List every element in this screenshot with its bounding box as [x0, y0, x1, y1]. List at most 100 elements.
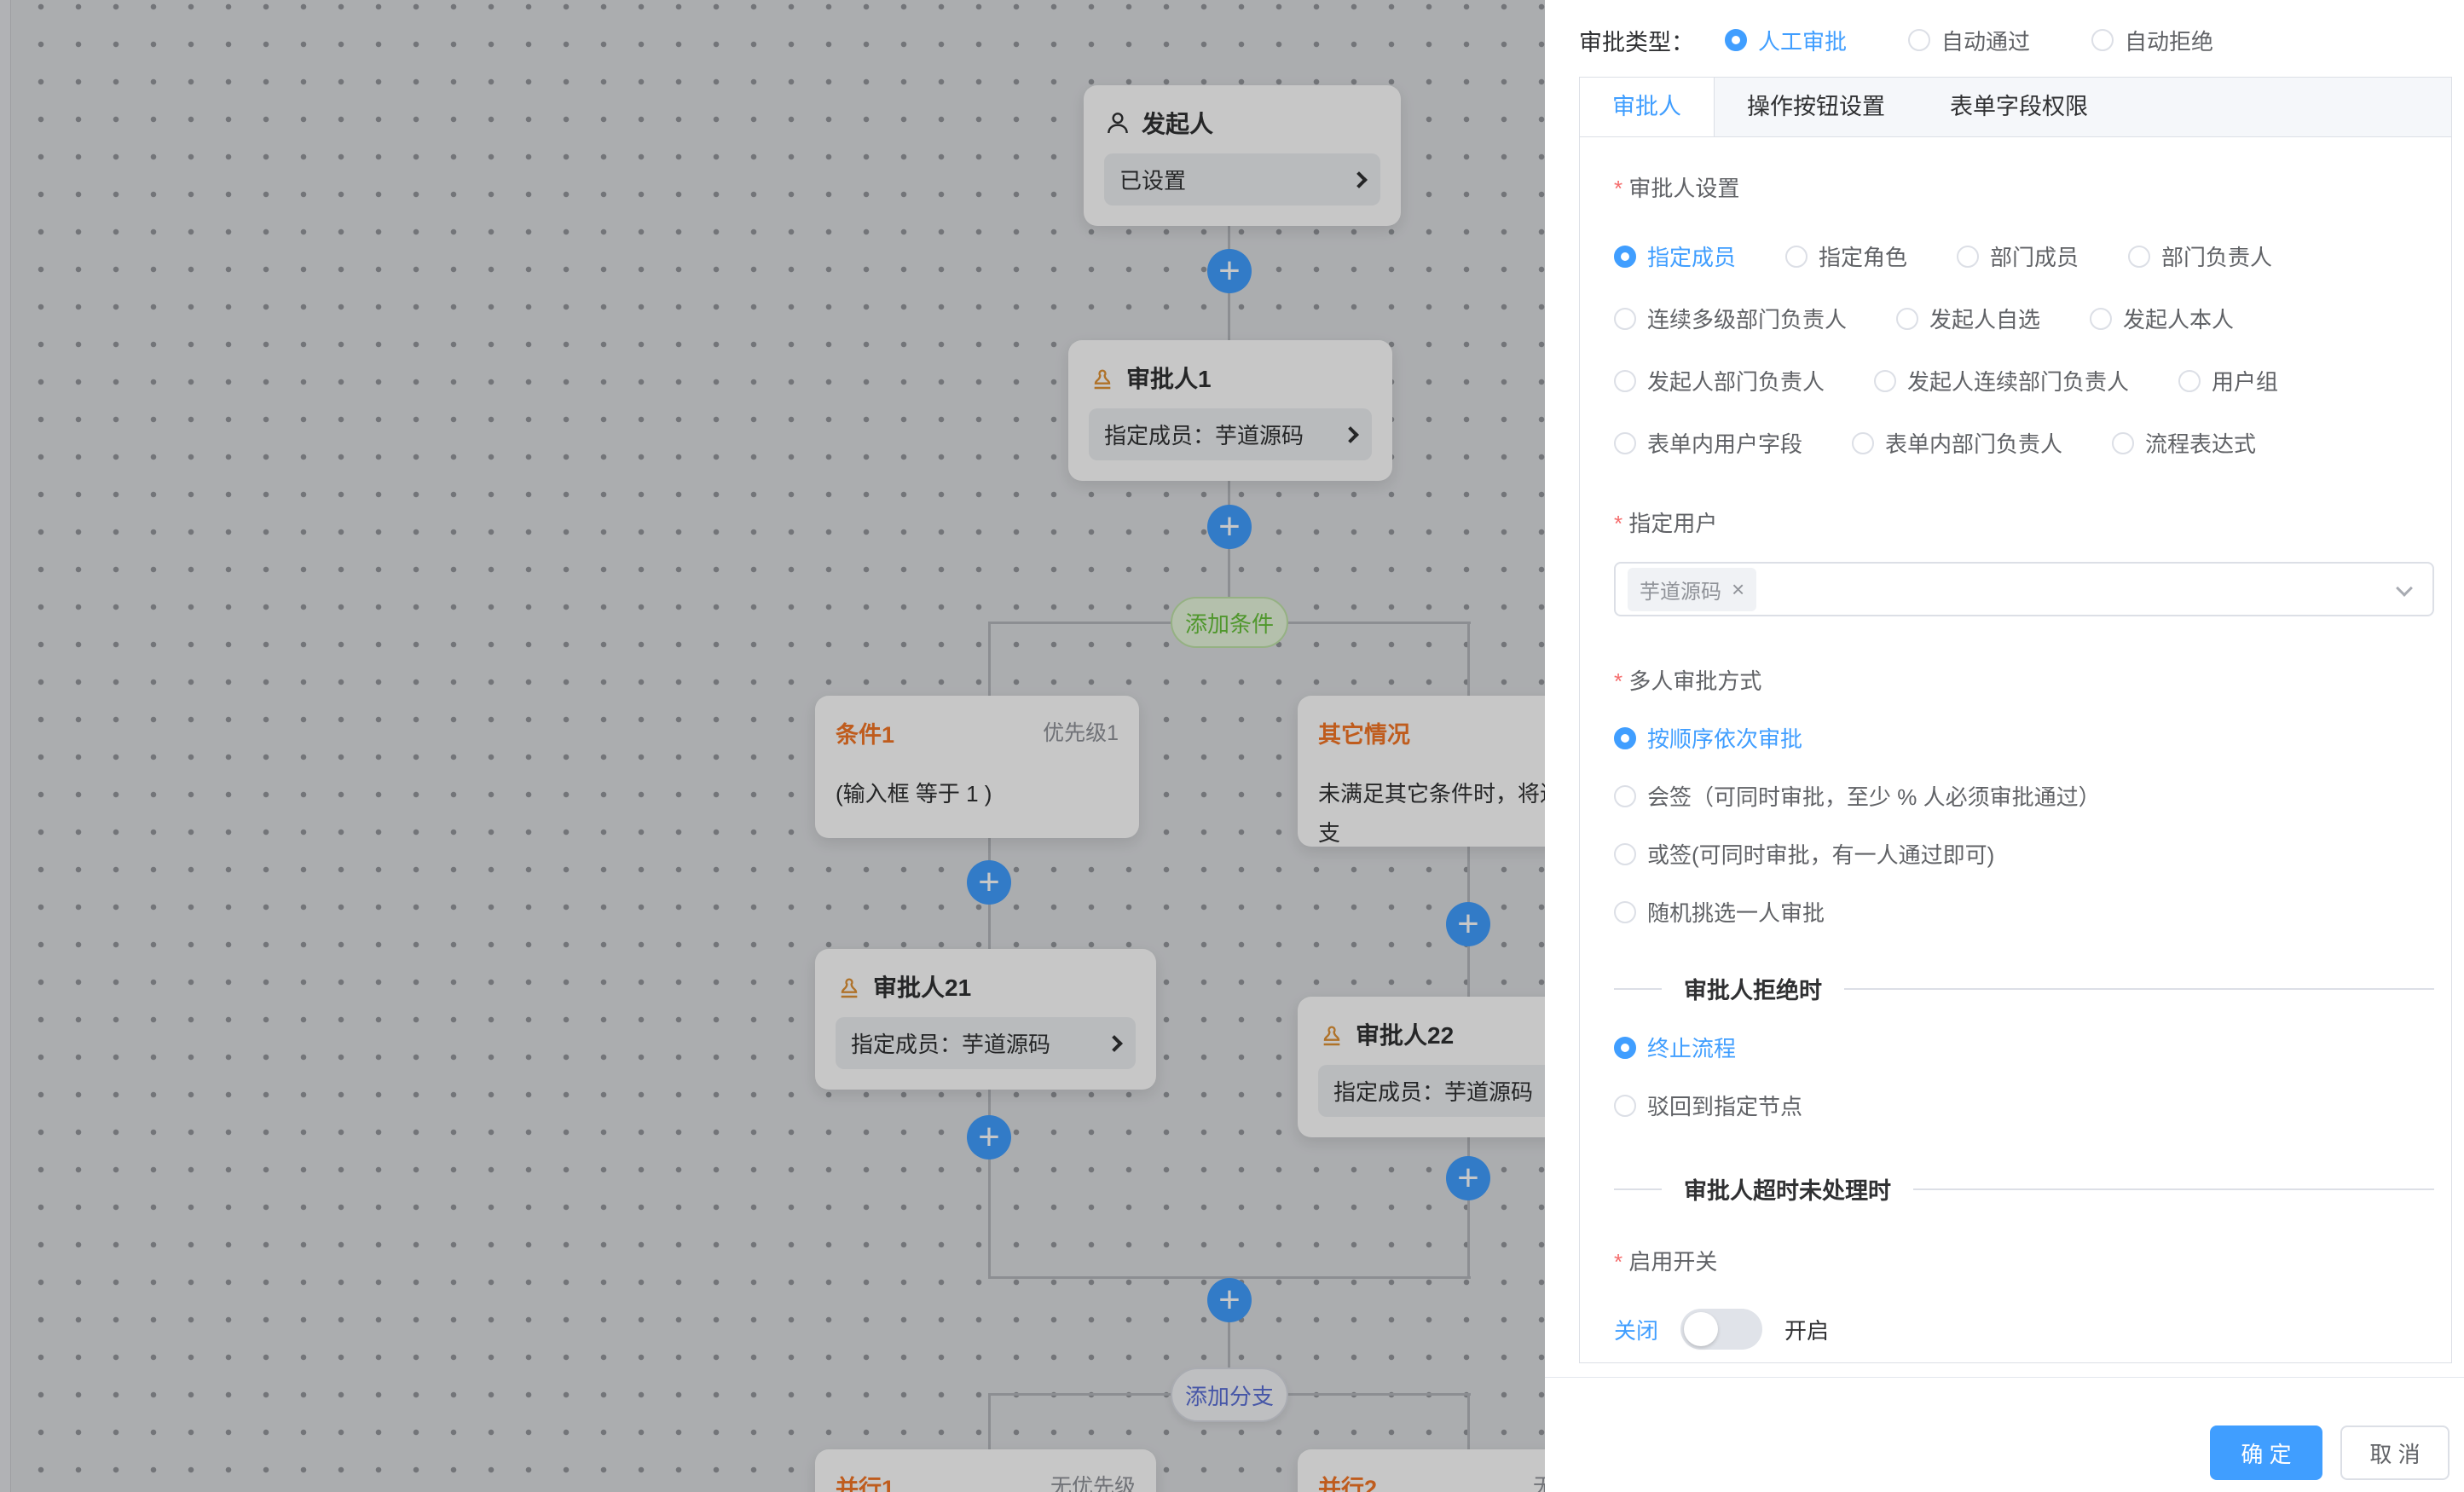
- radio-row: 表单内用户字段 表单内部门负责人 流程表达式: [1614, 427, 2434, 459]
- user-tag-text: 芋道源码: [1640, 575, 1721, 604]
- radio-label: 连续多级部门负责人: [1647, 303, 1847, 334]
- approver-type-radio[interactable]: 连续多级部门负责人: [1614, 303, 1847, 334]
- multi-mode-radio[interactable]: 随机挑选一人审批: [1614, 896, 2434, 928]
- radio-row: 指定成员 指定角色 部门成员 部门负责人: [1614, 240, 2434, 272]
- radio-icon: [1725, 29, 1747, 51]
- workflow-designer: 发起人 已设置 + 审批人1 指定成员：芋道源码 + 添加条件: [0, 0, 2464, 1492]
- tab-label: 审批人: [1612, 94, 1681, 119]
- radio-icon: [1896, 308, 1918, 330]
- timeout-enable-section: 启用开关 关闭 开启: [1614, 1245, 2434, 1350]
- switch-off-label: 关闭: [1614, 1314, 1658, 1345]
- radio-icon: [1614, 308, 1636, 330]
- radio-label: 按顺序依次审批: [1647, 722, 1802, 754]
- radio-icon: [2090, 308, 2112, 330]
- radio-icon: [1852, 432, 1874, 454]
- footer-divider: [1545, 1377, 2464, 1378]
- radio-icon: [1614, 901, 1636, 923]
- radio-label: 发起人本人: [2123, 303, 2234, 334]
- approver-type-radio[interactable]: 发起人自选: [1896, 303, 2040, 334]
- timeout-divider: 审批人超时未处理时: [1614, 1172, 2434, 1206]
- approver-type-radio[interactable]: 流程表达式: [2112, 427, 2256, 459]
- cancel-button[interactable]: 取 消: [2340, 1425, 2450, 1480]
- approver-type-radio[interactable]: 表单内用户字段: [1614, 427, 1802, 459]
- approval-type-radio[interactable]: 自动通过: [1908, 25, 2030, 56]
- approval-type-label: 审批类型：: [1579, 24, 1694, 57]
- radio-label: 会签（可同时审批，至少 % 人必须审批通过）: [1647, 780, 2101, 812]
- enable-switch-label: 启用开关: [1614, 1245, 2434, 1276]
- radio-icon: [1614, 246, 1636, 268]
- radio-icon: [1614, 785, 1636, 807]
- radio-icon: [2128, 246, 2150, 268]
- approver-type-radio[interactable]: 发起人本人: [2090, 303, 2234, 334]
- radio-icon: [1614, 1095, 1636, 1117]
- reject-divider-title: 审批人拒绝时: [1684, 972, 1822, 1005]
- settings-tabs-box: 审批人 操作按钮设置 表单字段权限 审批人设置 指定成员: [1579, 77, 2452, 1363]
- approval-type-row: 审批类型： 人工审批 自动通过 自动拒绝: [1545, 0, 2464, 61]
- approver-type-radio[interactable]: 指定成员: [1614, 240, 1736, 272]
- approval-type-radio[interactable]: 自动拒绝: [2091, 25, 2213, 56]
- assigned-user-select[interactable]: 芋道源码 ×: [1614, 562, 2434, 616]
- radio-label: 表单内部门负责人: [1885, 427, 2062, 459]
- tab-label: 表单字段权限: [1950, 94, 2088, 119]
- tab-panel-approver: 审批人设置 指定成员 指定角色 部门成员: [1580, 137, 2451, 1362]
- multi-mode-radio[interactable]: 会签（可同时审批，至少 % 人必须审批通过）: [1614, 780, 2434, 812]
- radio-icon: [1614, 370, 1636, 392]
- radio-icon: [1874, 370, 1896, 392]
- reject-radio-group: 终止流程 驳回到指定节点: [1614, 1032, 2434, 1121]
- multi-mode-section: 多人审批方式 按顺序依次审批 会签（可同时审批，至少 % 人必须审批通过）: [1614, 664, 2434, 928]
- timeout-divider-title: 审批人超时未处理时: [1684, 1172, 1891, 1206]
- radio-icon: [1908, 29, 1930, 51]
- multi-mode-label: 多人审批方式: [1614, 664, 2434, 696]
- multi-mode-radio[interactable]: 或签(可同时审批，有一人通过即可): [1614, 838, 2434, 870]
- approver-type-radio[interactable]: 发起人连续部门负责人: [1874, 365, 2129, 396]
- approver-type-radio[interactable]: 部门成员: [1957, 240, 2079, 272]
- approver-type-radio[interactable]: 表单内部门负责人: [1852, 427, 2062, 459]
- approver-type-radio[interactable]: 部门负责人: [2128, 240, 2272, 272]
- toggle-knob: [1684, 1312, 1718, 1346]
- radio-label: 部门成员: [1990, 240, 2079, 272]
- radio-icon: [1785, 246, 1808, 268]
- radio-row: 发起人部门负责人 发起人连续部门负责人 用户组: [1614, 365, 2434, 396]
- reject-mode-radio[interactable]: 终止流程: [1614, 1032, 2434, 1063]
- tab[interactable]: 表单字段权限: [1917, 78, 2120, 136]
- radio-icon: [2178, 370, 2201, 392]
- radio-icon: [1614, 1037, 1636, 1059]
- radio-label: 人工审批: [1758, 25, 1847, 56]
- radio-label: 发起人部门负责人: [1647, 365, 1825, 396]
- reject-mode-radio[interactable]: 驳回到指定节点: [1614, 1090, 2434, 1121]
- tab[interactable]: 操作按钮设置: [1715, 78, 1917, 136]
- approver-type-radio[interactable]: 指定角色: [1785, 240, 1907, 272]
- approver-settings-drawer: 审批类型： 人工审批 自动通过 自动拒绝 审批: [1545, 0, 2464, 1492]
- radio-label: 发起人连续部门负责人: [1907, 365, 2129, 396]
- radio-icon: [1614, 843, 1636, 865]
- radio-label: 指定角色: [1819, 240, 1907, 272]
- radio-icon: [1614, 727, 1636, 749]
- multi-mode-radio-group: 按顺序依次审批 会签（可同时审批，至少 % 人必须审批通过） 或签(可同时审批，…: [1614, 722, 2434, 928]
- radio-label: 用户组: [2212, 365, 2278, 396]
- radio-label: 驳回到指定节点: [1647, 1090, 1802, 1121]
- radio-label: 或签(可同时审批，有一人通过即可): [1647, 838, 1994, 870]
- radio-label: 部门负责人: [2161, 240, 2272, 272]
- reject-divider: 审批人拒绝时: [1614, 972, 2434, 1005]
- multi-mode-radio[interactable]: 按顺序依次审批: [1614, 722, 2434, 754]
- tag-close-icon[interactable]: ×: [1732, 578, 1744, 600]
- radio-label: 发起人自选: [1929, 303, 2040, 334]
- approval-type-radio[interactable]: 人工审批: [1725, 25, 1847, 56]
- chevron-down-icon: [2396, 580, 2413, 597]
- enable-switch-row: 关闭 开启: [1614, 1309, 2434, 1350]
- radio-icon: [1614, 432, 1636, 454]
- radio-icon: [1957, 246, 1979, 268]
- approver-type-radio[interactable]: 发起人部门负责人: [1614, 365, 1825, 396]
- tab[interactable]: 审批人: [1580, 78, 1715, 136]
- radio-label: 表单内用户字段: [1647, 427, 1802, 459]
- enable-toggle[interactable]: [1680, 1309, 1762, 1350]
- user-tag: 芋道源码 ×: [1628, 568, 1756, 611]
- radio-label: 指定成员: [1647, 240, 1736, 272]
- tab-bar: 审批人 操作按钮设置 表单字段权限: [1580, 78, 2451, 137]
- approver-type-radio[interactable]: 用户组: [2178, 365, 2278, 396]
- confirm-button[interactable]: 确 定: [2210, 1425, 2322, 1480]
- radio-label: 自动拒绝: [2125, 25, 2213, 56]
- radio-row: 连续多级部门负责人 发起人自选 发起人本人: [1614, 303, 2434, 334]
- radio-label: 自动通过: [1941, 25, 2030, 56]
- radio-label: 随机挑选一人审批: [1647, 896, 1825, 928]
